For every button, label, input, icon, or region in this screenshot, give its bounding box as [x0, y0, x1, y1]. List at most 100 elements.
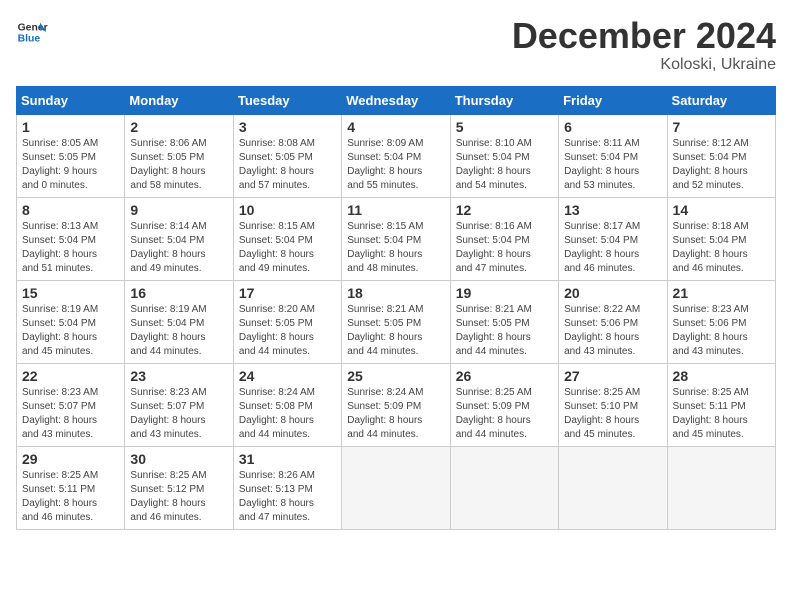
day-number: 1 [22, 119, 119, 135]
day-number: 31 [239, 451, 336, 467]
day-info: Sunrise: 8:13 AM Sunset: 5:04 PM Dayligh… [22, 220, 119, 276]
page-header: General Blue December 2024 Koloski, Ukra… [16, 16, 776, 74]
calendar-week-row: 15Sunrise: 8:19 AM Sunset: 5:04 PM Dayli… [17, 280, 776, 363]
day-number: 22 [22, 368, 119, 384]
calendar-cell: 19 Sunrise: 8:21 AM Sunset: 5:05 PM Dayli… [450, 280, 558, 363]
day-number: 24 [239, 368, 336, 384]
calendar-cell: 17Sunrise: 8:20 AM Sunset: 5:05 PM Dayli… [233, 280, 341, 363]
day-header-sunday: Sunday [17, 86, 125, 114]
calendar-cell [342, 446, 450, 529]
day-info: Sunrise: 8:24 AM Sunset: 5:08 PM Dayligh… [239, 386, 336, 442]
calendar-header-row: SundayMondayTuesdayWednesdayThursdayFrid… [17, 86, 776, 114]
svg-text:Blue: Blue [18, 34, 41, 45]
day-info: Sunrise: 8:08 AM Sunset: 5:05 PM Dayligh… [239, 137, 336, 193]
day-info: Sunrise: 8:23 AM Sunset: 5:07 PM Dayligh… [130, 386, 227, 442]
day-number: 11 [347, 202, 444, 218]
calendar-cell: 21Sunrise: 8:23 AM Sunset: 5:06 PM Dayli… [667, 280, 775, 363]
day-header-tuesday: Tuesday [233, 86, 341, 114]
calendar-cell: 24 Sunrise: 8:24 AM Sunset: 5:08 PM Dayli… [233, 363, 341, 446]
calendar-cell: 7 Sunrise: 8:12 AM Sunset: 5:04 PM Daylig… [667, 114, 775, 197]
calendar-cell: 14Sunrise: 8:18 AM Sunset: 5:04 PM Dayli… [667, 197, 775, 280]
day-info: Sunrise: 8:21 AM Sunset: 5:05 PM Dayligh… [347, 303, 444, 359]
day-number: 2 [130, 119, 227, 135]
calendar-cell: 31 Sunrise: 8:26 AM Sunset: 5:13 PM Dayli… [233, 446, 341, 529]
calendar-week-row: 22 Sunrise: 8:23 AM Sunset: 5:07 PM Dayli… [17, 363, 776, 446]
calendar-cell: 26 Sunrise: 8:25 AM Sunset: 5:09 PM Dayli… [450, 363, 558, 446]
calendar-week-row: 29Sunrise: 8:25 AM Sunset: 5:11 PM Dayli… [17, 446, 776, 529]
day-number: 30 [130, 451, 227, 467]
day-number: 23 [130, 368, 227, 384]
calendar-cell: 29Sunrise: 8:25 AM Sunset: 5:11 PM Dayli… [17, 446, 125, 529]
day-info: Sunrise: 8:11 AM Sunset: 5:04 PM Dayligh… [564, 137, 661, 193]
title-block: December 2024 Koloski, Ukraine [512, 16, 776, 74]
day-number: 3 [239, 119, 336, 135]
calendar-week-row: 1 Sunrise: 8:05 AM Sunset: 5:05 PM Daylig… [17, 114, 776, 197]
day-info: Sunrise: 8:21 AM Sunset: 5:05 PM Dayligh… [456, 303, 553, 359]
calendar-cell: 23 Sunrise: 8:23 AM Sunset: 5:07 PM Dayli… [125, 363, 233, 446]
day-info: Sunrise: 8:19 AM Sunset: 5:04 PM Dayligh… [130, 303, 227, 359]
day-info: Sunrise: 8:25 AM Sunset: 5:11 PM Dayligh… [22, 469, 119, 525]
day-info: Sunrise: 8:25 AM Sunset: 5:09 PM Dayligh… [456, 386, 553, 442]
day-number: 13 [564, 202, 661, 218]
day-header-thursday: Thursday [450, 86, 558, 114]
day-number: 9 [130, 202, 227, 218]
day-number: 6 [564, 119, 661, 135]
calendar-cell: 1 Sunrise: 8:05 AM Sunset: 5:05 PM Daylig… [17, 114, 125, 197]
day-number: 19 [456, 285, 553, 301]
day-header-wednesday: Wednesday [342, 86, 450, 114]
calendar-cell: 20 Sunrise: 8:22 AM Sunset: 5:06 PM Dayli… [559, 280, 667, 363]
day-number: 12 [456, 202, 553, 218]
calendar-cell: 10 Sunrise: 8:15 AM Sunset: 5:04 PM Dayli… [233, 197, 341, 280]
day-info: Sunrise: 8:16 AM Sunset: 5:04 PM Dayligh… [456, 220, 553, 276]
day-number: 25 [347, 368, 444, 384]
calendar-cell [559, 446, 667, 529]
calendar-cell: 3 Sunrise: 8:08 AM Sunset: 5:05 PM Daylig… [233, 114, 341, 197]
day-number: 8 [22, 202, 119, 218]
month-title: December 2024 [512, 16, 776, 56]
calendar-cell: 30 Sunrise: 8:25 AM Sunset: 5:12 PM Dayli… [125, 446, 233, 529]
calendar-cell: 9 Sunrise: 8:14 AM Sunset: 5:04 PM Daylig… [125, 197, 233, 280]
calendar-cell [450, 446, 558, 529]
day-number: 18 [347, 285, 444, 301]
calendar-cell: 2Sunrise: 8:06 AM Sunset: 5:05 PM Daylig… [125, 114, 233, 197]
calendar-table: SundayMondayTuesdayWednesdayThursdayFrid… [16, 86, 776, 530]
day-header-saturday: Saturday [667, 86, 775, 114]
calendar-cell: 25 Sunrise: 8:24 AM Sunset: 5:09 PM Dayli… [342, 363, 450, 446]
calendar-cell: 18 Sunrise: 8:21 AM Sunset: 5:05 PM Dayli… [342, 280, 450, 363]
day-info: Sunrise: 8:12 AM Sunset: 5:04 PM Dayligh… [673, 137, 770, 193]
day-number: 10 [239, 202, 336, 218]
calendar-cell: 13 Sunrise: 8:17 AM Sunset: 5:04 PM Dayli… [559, 197, 667, 280]
day-number: 26 [456, 368, 553, 384]
day-info: Sunrise: 8:25 AM Sunset: 5:11 PM Dayligh… [673, 386, 770, 442]
day-number: 17 [239, 285, 336, 301]
logo-icon: General Blue [16, 16, 48, 48]
logo: General Blue [16, 16, 48, 48]
day-info: Sunrise: 8:14 AM Sunset: 5:04 PM Dayligh… [130, 220, 227, 276]
day-number: 5 [456, 119, 553, 135]
day-info: Sunrise: 8:10 AM Sunset: 5:04 PM Dayligh… [456, 137, 553, 193]
day-info: Sunrise: 8:15 AM Sunset: 5:04 PM Dayligh… [239, 220, 336, 276]
calendar-cell: 22Sunrise: 8:23 AM Sunset: 5:07 PM Dayli… [17, 363, 125, 446]
day-header-friday: Friday [559, 86, 667, 114]
day-info: Sunrise: 8:26 AM Sunset: 5:13 PM Dayligh… [239, 469, 336, 525]
day-info: Sunrise: 8:24 AM Sunset: 5:09 PM Dayligh… [347, 386, 444, 442]
day-info: Sunrise: 8:05 AM Sunset: 5:05 PM Dayligh… [22, 137, 119, 193]
day-number: 20 [564, 285, 661, 301]
day-info: Sunrise: 8:17 AM Sunset: 5:04 PM Dayligh… [564, 220, 661, 276]
calendar-cell: 16 Sunrise: 8:19 AM Sunset: 5:04 PM Dayli… [125, 280, 233, 363]
calendar-cell: 8 Sunrise: 8:13 AM Sunset: 5:04 PM Daylig… [17, 197, 125, 280]
calendar-cell: 28Sunrise: 8:25 AM Sunset: 5:11 PM Dayli… [667, 363, 775, 446]
day-header-monday: Monday [125, 86, 233, 114]
calendar-cell: 11Sunrise: 8:15 AM Sunset: 5:04 PM Dayli… [342, 197, 450, 280]
day-number: 16 [130, 285, 227, 301]
day-info: Sunrise: 8:09 AM Sunset: 5:04 PM Dayligh… [347, 137, 444, 193]
calendar-cell: 27 Sunrise: 8:25 AM Sunset: 5:10 PM Dayli… [559, 363, 667, 446]
day-info: Sunrise: 8:18 AM Sunset: 5:04 PM Dayligh… [673, 220, 770, 276]
day-number: 27 [564, 368, 661, 384]
day-info: Sunrise: 8:22 AM Sunset: 5:06 PM Dayligh… [564, 303, 661, 359]
day-number: 7 [673, 119, 770, 135]
calendar-cell: 5 Sunrise: 8:10 AM Sunset: 5:04 PM Daylig… [450, 114, 558, 197]
calendar-cell [667, 446, 775, 529]
day-info: Sunrise: 8:25 AM Sunset: 5:12 PM Dayligh… [130, 469, 227, 525]
day-info: Sunrise: 8:25 AM Sunset: 5:10 PM Dayligh… [564, 386, 661, 442]
